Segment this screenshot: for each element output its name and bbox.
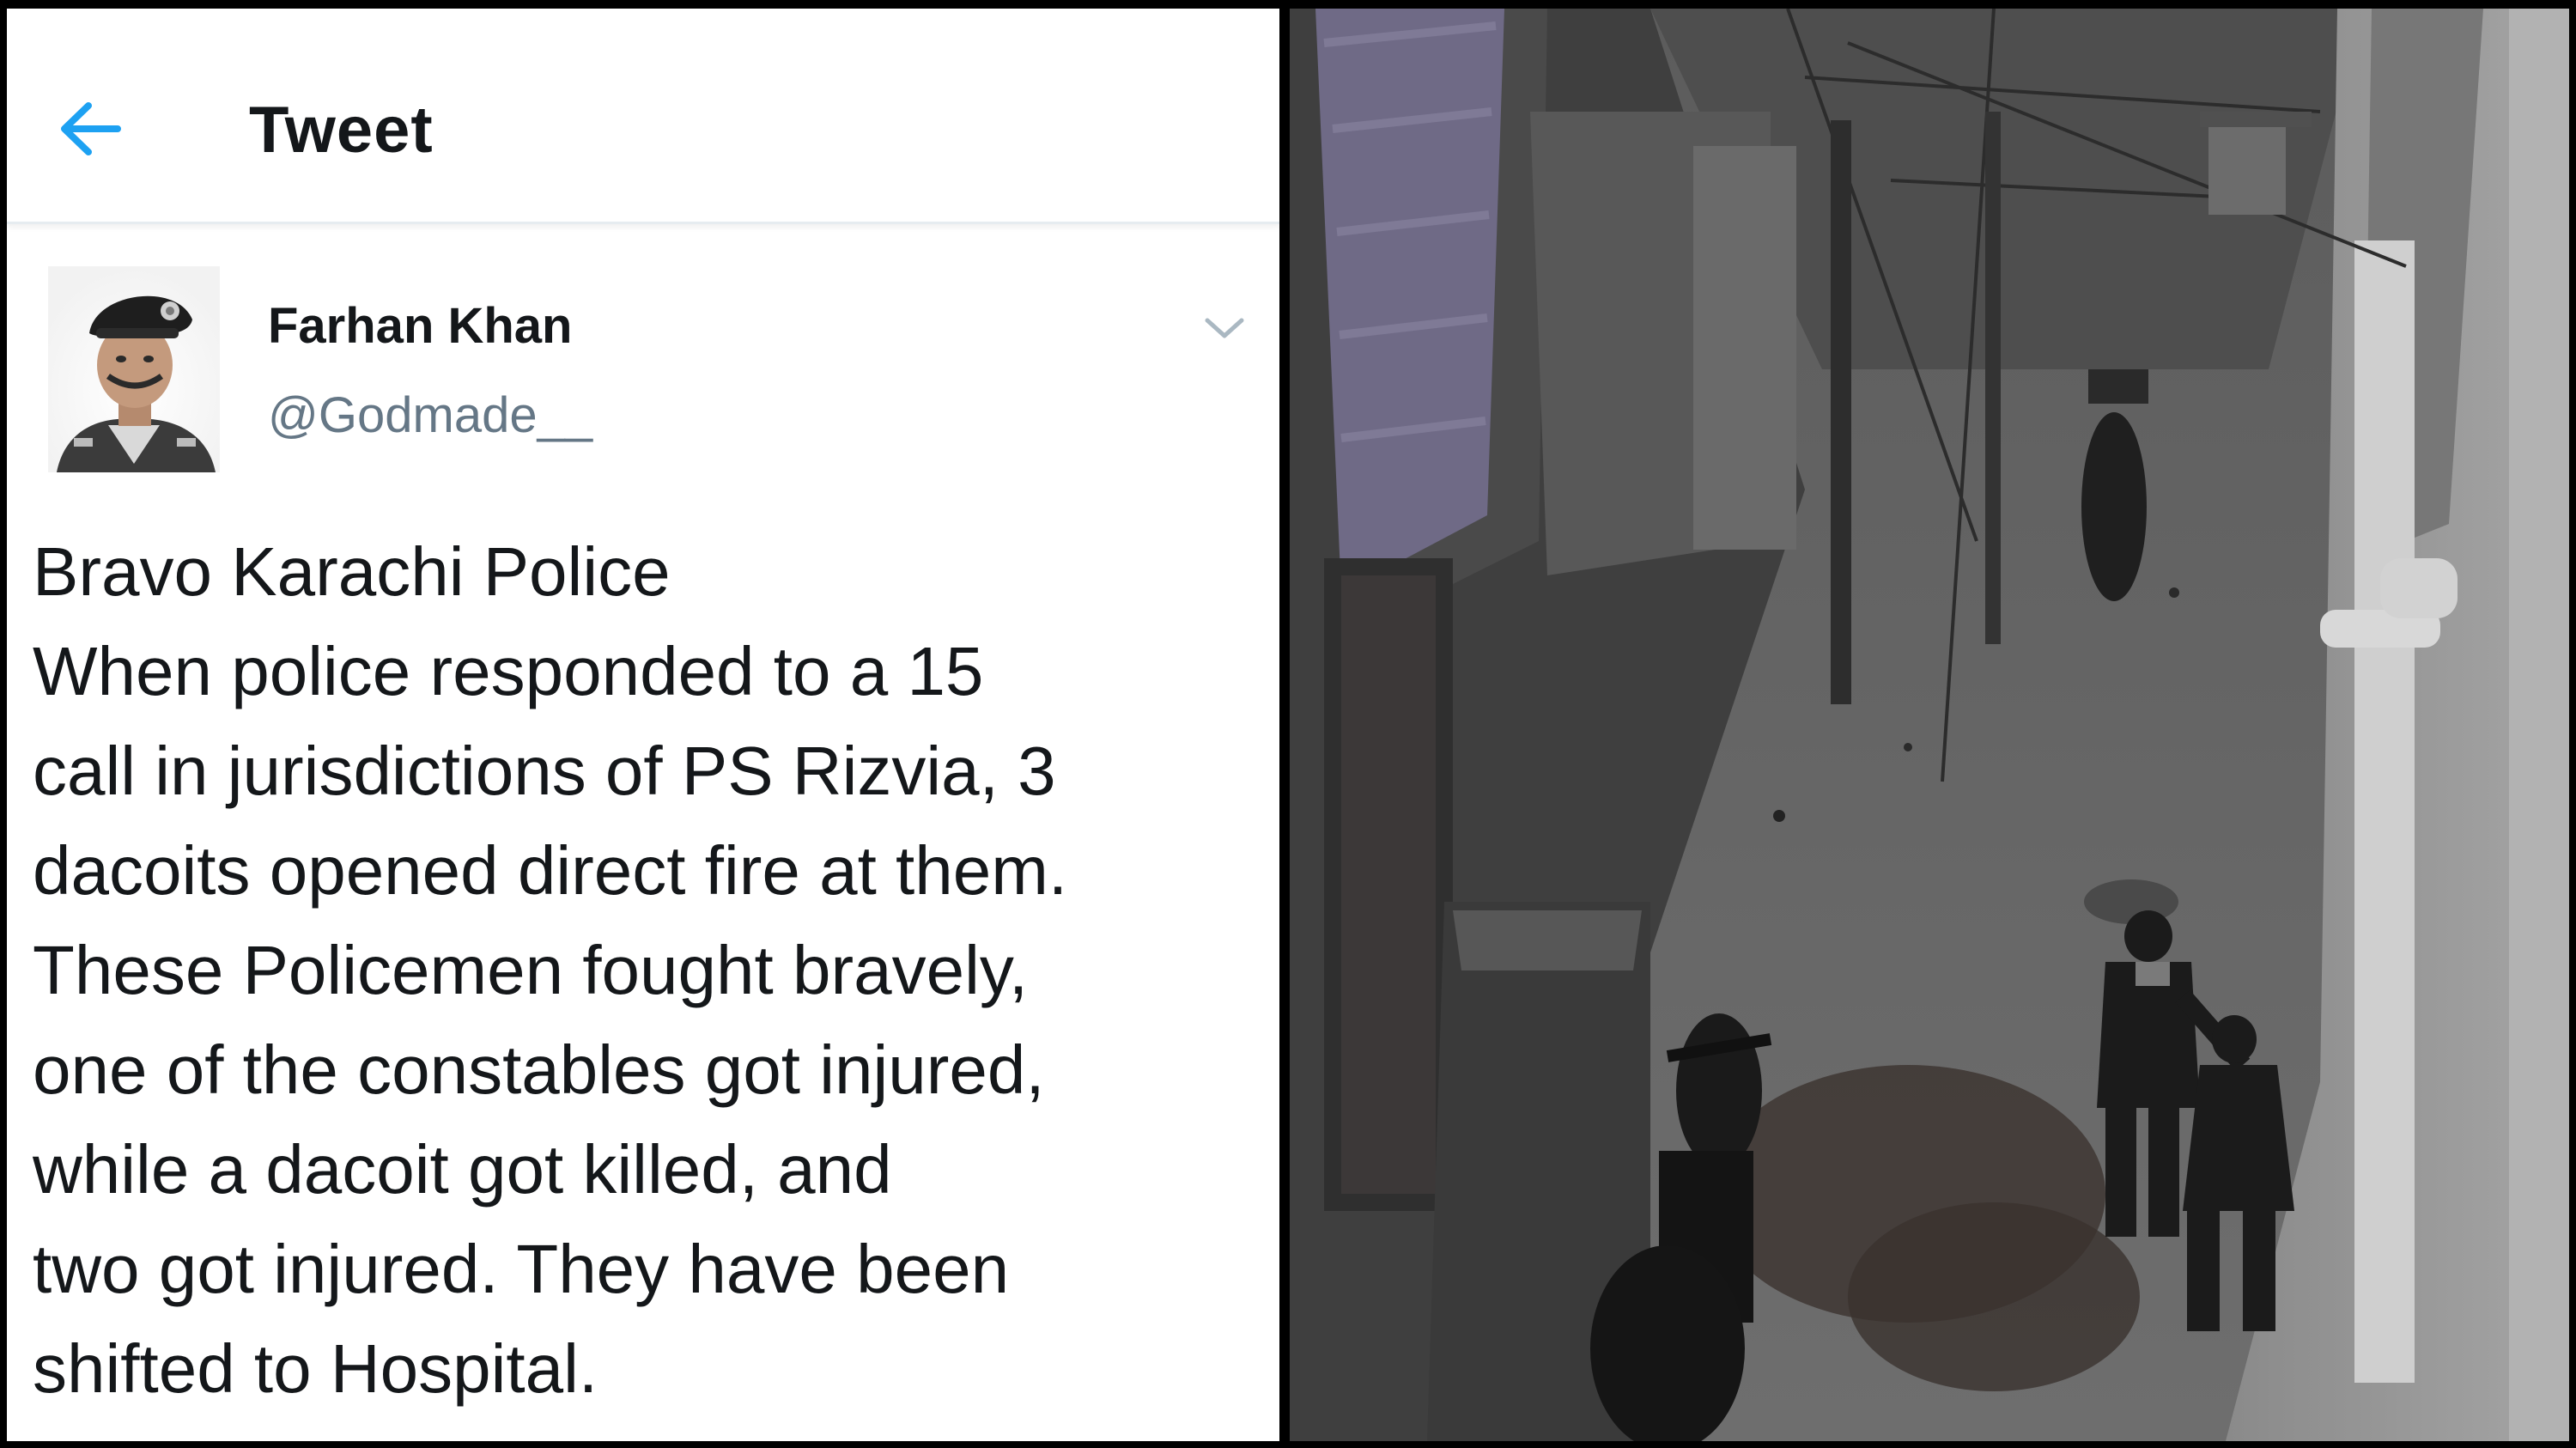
author-handle[interactable]: @Godmade__ xyxy=(268,386,592,444)
tweet-text-line: dacoits opened direct fire at them. xyxy=(33,832,1068,909)
back-button[interactable] xyxy=(52,90,129,167)
avatar[interactable] xyxy=(48,266,220,472)
tweet-text-line: call in jurisdictions of PS Rizvia, 3 xyxy=(33,733,1056,809)
page-title: Tweet xyxy=(249,94,434,167)
tweet-screenshot-panel: Tweet Farhan Khan @Godmade__ Bravo Karac… xyxy=(7,9,1279,1441)
tweet-text: Bravo Karachi Police When police respond… xyxy=(33,522,1278,1419)
tweet-text-line: When police responded to a 15 xyxy=(33,633,984,709)
tweet-menu-button[interactable] xyxy=(1197,301,1252,356)
arrow-left-icon xyxy=(61,102,121,155)
alley-cctv-image xyxy=(1290,9,2569,1441)
tweet-text-line: while a dacoit got killed, and xyxy=(33,1131,892,1208)
author-name[interactable]: Farhan Khan xyxy=(268,297,573,355)
tweet-text-line: shifted to Hospital. xyxy=(33,1330,598,1407)
tweet-text-line: two got injured. They have been xyxy=(33,1231,1010,1307)
tweet-text-line: These Policemen fought bravely, xyxy=(33,932,1029,1008)
tweet-header: Tweet xyxy=(7,9,1279,224)
tweet-text-line: Bravo Karachi Police xyxy=(33,533,671,610)
tweet-text-line: one of the constables got injured, xyxy=(33,1031,1045,1108)
chevron-down-icon xyxy=(1205,318,1244,338)
